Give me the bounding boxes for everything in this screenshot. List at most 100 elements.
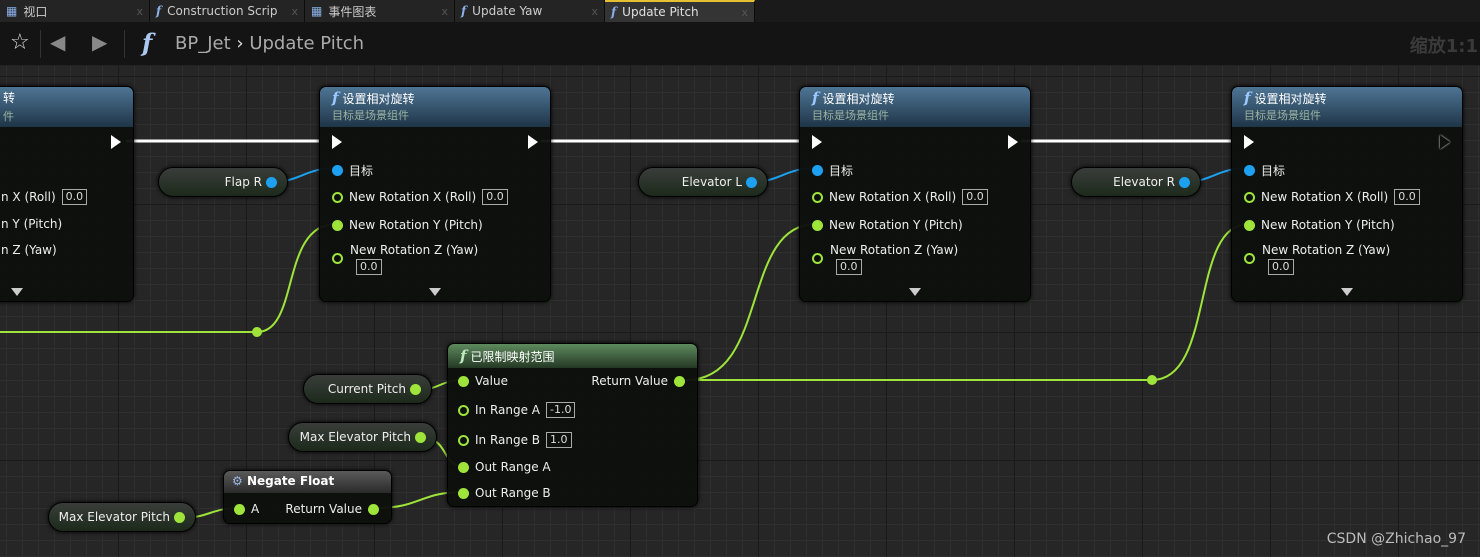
expand-arrow-icon[interactable]	[909, 288, 921, 296]
tab-2[interactable]: ▦ 事件图表 x	[305, 0, 455, 22]
tab-0[interactable]: ▦ 视口 x	[0, 0, 150, 22]
pin-label: New Rotation Y (Pitch)	[1261, 218, 1395, 232]
rotation-x-field[interactable]: 0.0	[482, 189, 508, 205]
variable-elevator-l[interactable]: Elevator L	[638, 167, 768, 197]
map-range-clamped-node[interactable]: f 已限制映射范围 Value Return Value In Range A -1…	[447, 343, 698, 507]
rotation-z-field[interactable]: 0.0	[1268, 259, 1294, 275]
expand-arrow-icon[interactable]	[11, 288, 23, 296]
node-title: 转	[3, 91, 16, 105]
reroute-node[interactable]	[1147, 375, 1157, 385]
rotation-x-pin[interactable]	[332, 191, 343, 203]
exec-out-pin[interactable]	[111, 135, 121, 149]
in-range-a-pin[interactable]	[458, 404, 469, 416]
rotation-z-pin[interactable]	[332, 253, 343, 264]
pin-label: New Rotation Y (Pitch)	[829, 218, 963, 232]
object-pin[interactable]	[746, 176, 757, 188]
target-pin[interactable]	[332, 165, 343, 176]
tab-4[interactable]: f Update Pitch x	[605, 0, 755, 22]
in-range-b-pin[interactable]	[458, 434, 469, 446]
pin-label: New Rotation Z (Yaw)	[350, 243, 479, 257]
variable-max-elevator-pitch[interactable]: Max Elevator Pitch	[288, 422, 437, 452]
node-subtitle: 目标是场景组件	[332, 109, 409, 122]
favorite-star-icon[interactable]: ☆	[10, 30, 30, 55]
in-range-a-field[interactable]: -1.0	[546, 402, 576, 418]
negate-float-node[interactable]: ⚙ Negate Float A Return Value	[223, 470, 392, 524]
rotation-y-pin[interactable]	[332, 219, 343, 231]
close-tab-icon[interactable]: x	[591, 5, 598, 18]
rotation-z-field[interactable]: 0.0	[356, 259, 382, 275]
close-tab-icon[interactable]: x	[291, 5, 298, 18]
pin-label: New Rotation Z (Yaw)	[830, 243, 959, 257]
pin-label: Out Range A	[475, 460, 551, 474]
set-relative-rotation-node[interactable]: f 设置相对旋转 目标是场景组件 目标 New Rotation X (Roll) 0…	[1231, 86, 1463, 302]
float-pin[interactable]	[410, 383, 421, 395]
rotation-z-pin[interactable]	[812, 253, 823, 264]
close-tab-icon[interactable]: x	[136, 5, 143, 18]
float-pin[interactable]	[174, 511, 185, 523]
rotation-z-pin[interactable]	[1244, 253, 1255, 264]
pin-label: New Rotation Z (Yaw)	[1262, 243, 1391, 257]
variable-flap-r[interactable]: Flap R	[158, 167, 288, 197]
set-relative-rotation-node[interactable]: f 设置相对旋转 目标是场景组件 目标 New Rotation X (Roll) 0…	[319, 86, 551, 302]
in-range-b-field[interactable]: 1.0	[546, 432, 572, 448]
exec-in-pin[interactable]	[1244, 135, 1254, 149]
variable-max-elevator-pitch[interactable]: Max Elevator Pitch	[48, 502, 196, 532]
close-tab-icon[interactable]: x	[441, 5, 448, 18]
toolbar: ☆ ◀ ▶ f BP_Jet › Update Pitch	[0, 22, 1480, 66]
variable-elevator-r[interactable]: Elevator R	[1071, 167, 1201, 197]
tab-1[interactable]: f Construction Scrip x	[150, 0, 305, 22]
exec-in-pin[interactable]	[812, 135, 822, 149]
breadcrumb-function[interactable]: Update Pitch	[249, 33, 364, 54]
return-value-pin[interactable]	[674, 375, 685, 387]
tab-3[interactable]: f Update Yaw x	[455, 0, 605, 22]
exec-out-pin[interactable]	[528, 135, 538, 149]
tab-label: Update Yaw	[472, 4, 543, 18]
value-field[interactable]: 0.0	[61, 189, 88, 205]
out-range-b-pin[interactable]	[458, 487, 469, 499]
viewport-icon: ▦	[6, 4, 18, 18]
rotation-z-field[interactable]: 0.0	[836, 259, 862, 275]
target-pin[interactable]	[812, 165, 823, 176]
object-pin[interactable]	[1179, 176, 1190, 188]
rotation-y-pin[interactable]	[812, 219, 823, 231]
pin-label: n Z (Yaw)	[1, 243, 57, 257]
exec-in-pin[interactable]	[332, 135, 342, 149]
back-arrow-icon[interactable]: ◀	[50, 30, 65, 54]
expand-arrow-icon[interactable]	[1341, 288, 1353, 296]
exec-out-pin[interactable]	[1008, 135, 1018, 149]
function-icon: f	[1244, 89, 1251, 107]
pin-label: New Rotation X (Roll)	[349, 190, 477, 204]
return-value-pin[interactable]	[368, 503, 379, 515]
rotation-x-field[interactable]: 0.0	[962, 189, 988, 205]
watermark: CSDN @Zhichao_97	[1326, 531, 1466, 547]
forward-arrow-icon[interactable]: ▶	[92, 30, 107, 54]
pin-label: New Rotation X (Roll)	[829, 190, 957, 204]
variable-current-pitch[interactable]: Current Pitch	[303, 374, 432, 404]
function-icon: f	[461, 4, 467, 18]
set-relative-rotation-node[interactable]: f 设置相对旋转 目标是场景组件 目标 New Rotation X (Roll) 0…	[799, 86, 1031, 302]
pin-label: n X (Roll)	[1, 190, 56, 204]
rotation-x-field[interactable]: 0.0	[1394, 189, 1420, 205]
exec-out-pin[interactable]	[1440, 135, 1450, 149]
target-pin[interactable]	[1244, 165, 1255, 176]
zoom-level: 缩放1:1	[1409, 36, 1478, 57]
set-relative-rotation-node-partial[interactable]: 转件 n X (Roll) 0.0 n Y (Pitch) n Z (Yaw)	[0, 86, 134, 302]
out-range-a-pin[interactable]	[458, 461, 469, 473]
rotation-y-pin[interactable]	[1244, 219, 1255, 231]
breadcrumb-blueprint[interactable]: BP_Jet	[175, 33, 231, 54]
variable-label: Flap R	[224, 175, 262, 189]
pin-label: In Range A	[475, 403, 541, 417]
float-pin[interactable]	[415, 431, 426, 443]
pin-label: In Range B	[475, 433, 541, 447]
a-pin[interactable]	[234, 503, 245, 515]
close-tab-icon[interactable]: x	[741, 6, 748, 19]
rotation-x-pin[interactable]	[1244, 191, 1255, 203]
pin-label: Value	[475, 374, 508, 388]
tab-label: Update Pitch	[622, 5, 699, 19]
value-pin[interactable]	[458, 375, 469, 387]
expand-arrow-icon[interactable]	[429, 288, 441, 296]
reroute-node[interactable]	[252, 327, 262, 337]
blueprint-graph[interactable]: 转件 n X (Roll) 0.0 n Y (Pitch) n Z (Yaw) f…	[0, 36, 1480, 557]
object-pin[interactable]	[266, 176, 277, 188]
rotation-x-pin[interactable]	[812, 191, 823, 203]
